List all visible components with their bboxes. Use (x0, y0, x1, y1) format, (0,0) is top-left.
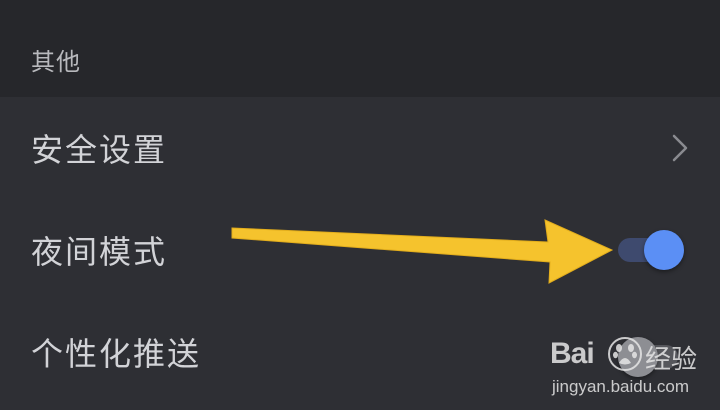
settings-row-label: 个性化推送 (31, 335, 202, 373)
baidu-paw-icon (608, 337, 642, 371)
night-mode-toggle[interactable] (618, 230, 684, 270)
watermark-url: jingyan.baidu.com (552, 377, 690, 396)
section-title: 其他 (31, 48, 81, 76)
settings-row-label: 安全设置 (31, 131, 168, 169)
settings-row-night-mode: 夜间模式 (0, 200, 720, 302)
section-header: 其他 (0, 0, 720, 97)
settings-screen: 其他 安全设置 夜间模式 个性化推送 Bai 经验 jingyan.baidu.… (0, 0, 720, 410)
chevron-right-icon (672, 134, 688, 162)
settings-row-security[interactable]: 安全设置 (0, 97, 720, 199)
settings-row-label: 夜间模式 (31, 233, 168, 271)
baidu-jingyan-watermark: Bai 经验 jingyan.baidu.com (550, 335, 710, 405)
watermark-brand-cn: 经验 (645, 345, 698, 375)
toggle-knob (644, 230, 684, 270)
watermark-brand: Bai (550, 337, 595, 370)
